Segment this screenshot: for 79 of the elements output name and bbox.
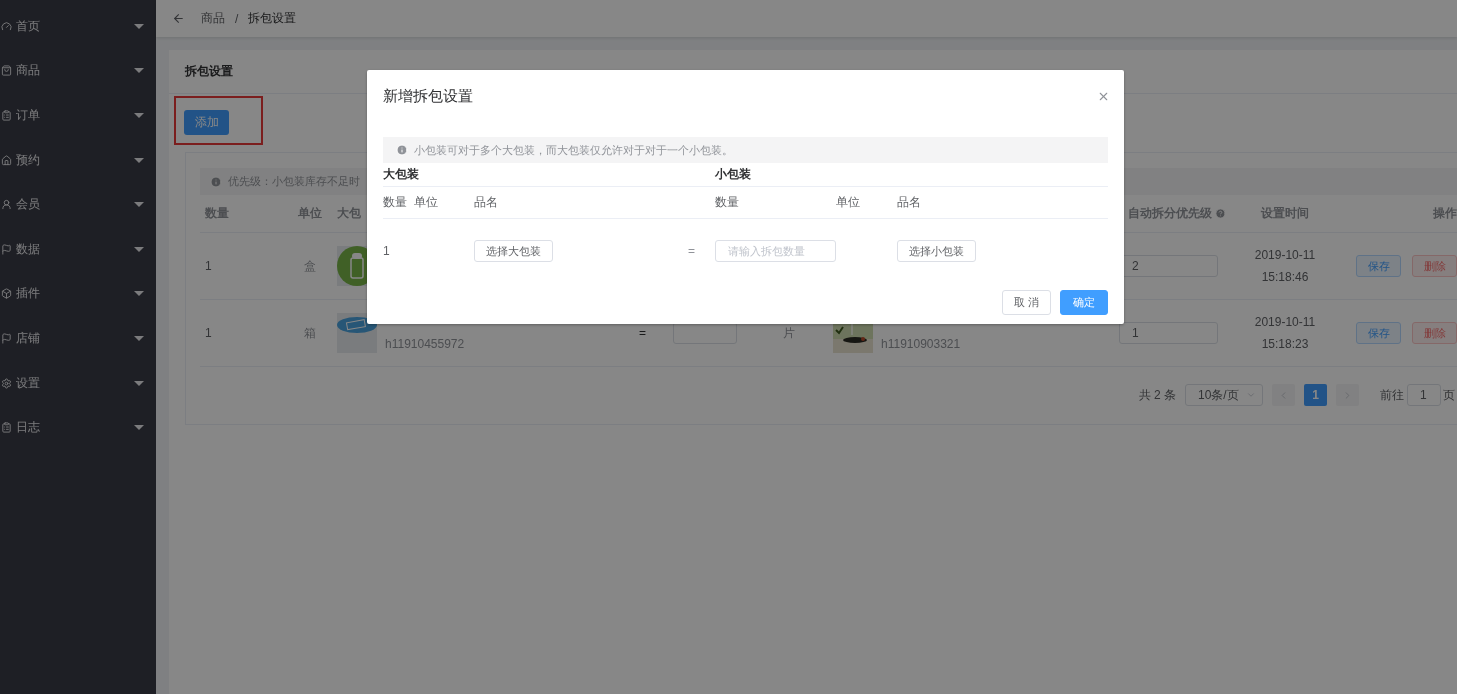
save-button[interactable]: 保存 [1356,255,1401,277]
table-cell-text: 片 [782,324,795,342]
menu-item[interactable]: 日志 [0,405,156,450]
page-button[interactable]: 1 [1304,384,1327,406]
help-icon [1215,208,1226,219]
section-heading: 小包装 [715,166,752,183]
select-button[interactable]: 选择小包装 [897,240,976,262]
confirm-button[interactable]: 确定 [1060,290,1108,315]
menu-item[interactable]: 会员 [0,182,156,227]
menu-item[interactable]: 数据 [0,226,156,272]
goto-label: 前往 [1380,386,1404,404]
clipboard-icon [1,422,12,434]
product-code: h11910903321 [881,337,961,351]
column-header: 数量 [715,194,740,211]
section-heading: 大包装 [383,166,420,183]
caret-icon [134,157,144,163]
column-header: 大包 [336,205,361,222]
caret-icon [134,246,144,252]
caret-icon [134,23,144,29]
user-icon [1,199,12,211]
menu-item[interactable]: 插件 [0,271,156,317]
delete-button[interactable]: 删除 [1412,255,1457,277]
menu-item[interactable]: 店铺 [0,316,156,361]
info-icon [210,175,222,188]
box-icon [1,288,12,300]
breadcrumb-link[interactable]: 商品 [201,10,225,27]
bag-icon [1,65,12,77]
caret-icon [134,425,144,431]
column-header: 品名 [474,194,499,211]
column-header: 单位 [836,194,861,211]
notice-text: 小包装可对于多个大包装，而大包装仅允许对于对于一个小包装。 [414,142,733,158]
caret-icon [134,113,144,118]
quantity-value: 1 [383,244,391,258]
equals-sign: = [688,244,696,258]
menu-item[interactable]: 商品 [0,48,156,94]
column-header: 操作 [1433,205,1457,222]
menu-item[interactable]: 首页 [0,4,156,49]
back-icon[interactable] [172,12,185,25]
column-header: 设置时间 [1261,205,1309,222]
table-cell-text: 1 [204,326,212,340]
column-header: 数量 [204,205,229,222]
column-header: 数量 [383,194,408,211]
breadcrumb-link[interactable]: 拆包设置 [248,10,297,27]
menu-item[interactable]: 订单 [0,93,156,138]
clipboard-icon [1,110,12,121]
column-header: 单位 [298,205,322,222]
equals-sign: = [639,326,646,340]
caret-icon [134,202,144,208]
settings-icon [1,377,12,389]
caret-icon [134,335,144,341]
priority-field[interactable]: 1 [1119,322,1218,344]
table-cell: 箱 [304,324,316,342]
table-cell-text: 2019-10-11 15:18:46 [1253,247,1317,286]
add-button[interactable]: 添加 [184,110,229,135]
menu-item[interactable]: 预约 [0,137,156,183]
table-cell-text: 1 [204,259,212,273]
gauge-icon [1,20,12,32]
page-size-select[interactable]: 10条/页 [1185,384,1263,406]
house-icon [1,154,12,166]
delete-button[interactable]: 删除 [1412,322,1457,344]
flag-icon [1,332,12,344]
caret-icon [134,68,144,74]
select-button[interactable]: 选择大包装 [474,240,553,262]
column-header: 品名 [897,194,922,211]
flag-icon [1,243,12,255]
caret-icon [134,380,144,386]
table-cell-text: 2019-10-11 15:18:23 [1253,314,1317,353]
menu-item[interactable]: 设置 [0,360,156,406]
page-suffix: 页 [1443,386,1455,404]
save-button[interactable]: 保存 [1356,322,1401,344]
caret-icon [134,291,144,297]
product-code: h11910455972 [385,337,465,351]
info-icon [396,144,408,156]
quantity-field[interactable] [673,322,737,344]
column-header: 单位 [414,194,439,211]
breadcrumb-separator: / [235,11,239,26]
goto-field[interactable]: 1 [1407,384,1441,406]
total-count: 共 2 条 [1138,386,1176,404]
cancel-button[interactable]: 取 消 [1001,290,1051,315]
